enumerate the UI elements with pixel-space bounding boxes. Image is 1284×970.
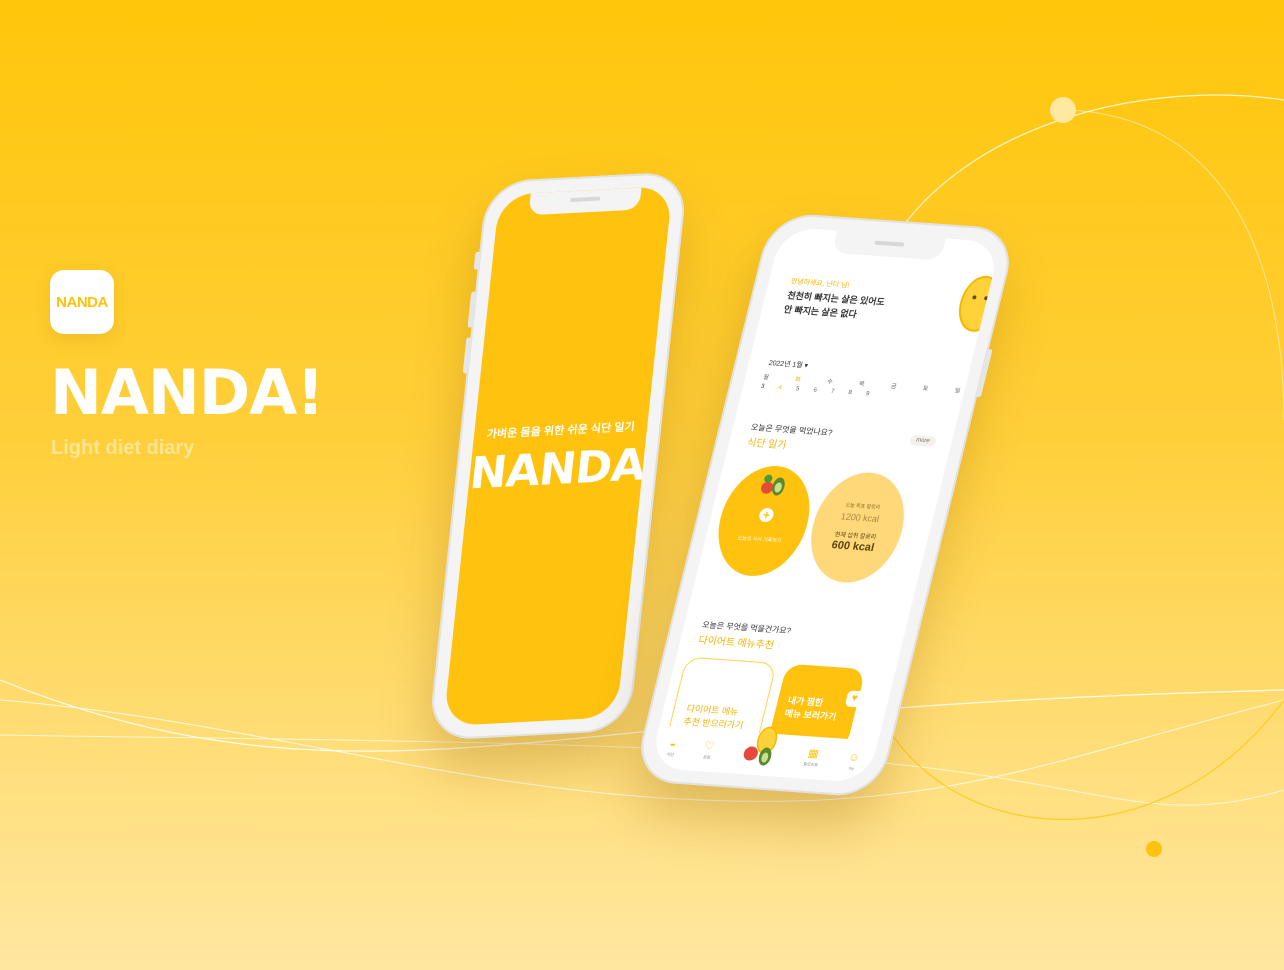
volume-down-button — [462, 337, 472, 374]
phone-splash: 가벼운 몸을 위한 쉬운 식단 일기 NANDA — [427, 171, 689, 741]
tab-label: 식단 — [666, 751, 675, 758]
favorite-card-line-1: 내가 찜한 — [786, 695, 825, 708]
mute-switch — [473, 251, 481, 270]
egg-icon: ◒ — [668, 737, 678, 751]
record-meal-label: 오늘의 식사 기록하기 — [736, 535, 782, 545]
tab-my[interactable]: ☺ my — [845, 751, 861, 771]
notch — [831, 230, 946, 261]
app-icon: NANDA — [50, 270, 114, 334]
heart-pulse-icon: ♡ — [703, 740, 716, 753]
section-title-diary: 식단 일기 — [745, 437, 788, 452]
smile-icon: ☺ — [847, 750, 862, 764]
splash-logo: NANDA — [467, 439, 648, 500]
goal-calorie-value: 1200 kcal — [839, 511, 881, 524]
weekday: 수 — [826, 379, 834, 386]
plus-icon: + — [757, 507, 776, 523]
date-cell[interactable]: 9 — [865, 391, 870, 397]
weekday: 화 — [794, 377, 802, 384]
tab-calorie-table[interactable]: ▦ 칼로리표 — [803, 747, 822, 768]
app-icon-label: NANDA — [56, 293, 108, 311]
date-cell[interactable]: 7 — [830, 389, 835, 395]
date-cell[interactable]: 3 — [760, 384, 765, 390]
date-cell[interactable]: 8 — [848, 390, 853, 396]
brand-title: NANDA! — [50, 356, 324, 429]
motivation-message: 천천히 빠지는 살은 있어도 안 빠지는 살은 없다 — [782, 288, 886, 323]
favorite-card-text: 내가 찜한 메뉴 보러가기 — [783, 694, 841, 724]
vegetables-icon — [761, 474, 785, 496]
more-button[interactable]: more — [908, 434, 937, 447]
record-meal-button[interactable]: + 오늘의 식사 기록하기 — [707, 463, 821, 579]
phone-home: 안녕하세요, 난다 님! 천천히 빠지는 살은 있어도 안 빠지는 살은 없다 … — [631, 211, 1019, 799]
weekday: 금 — [890, 383, 897, 391]
grid-icon: ▦ — [806, 747, 820, 761]
volume-up-button — [467, 291, 477, 328]
date-cell[interactable]: 6 — [813, 388, 818, 394]
month-selector[interactable]: 2022년 1월 ▾ — [768, 358, 810, 371]
heart-icon: ♥ — [844, 690, 865, 708]
calorie-summary: 오늘 목표 칼로리 1200 kcal 현재 섭취 칼로리 600 kcal — [799, 469, 916, 586]
power-button — [975, 349, 993, 398]
tab-label: my — [848, 765, 855, 771]
brand-subtitle: Light diet diary — [51, 437, 195, 459]
splash-tagline: 가벼운 몸을 위한 쉬운 식단 일기 — [486, 421, 636, 441]
date-cell[interactable]: 5 — [795, 386, 800, 392]
home-screen: 안녕하세요, 난다 님! 천천히 빠지는 살은 있어도 안 빠지는 살은 없다 … — [649, 226, 1001, 784]
weekday: 목 — [858, 381, 866, 388]
egg-mascot-icon — [953, 274, 1001, 334]
tab-exercise[interactable]: ♡ 운동 — [701, 740, 716, 761]
tab-label: 칼로리표 — [802, 761, 819, 768]
notch — [528, 187, 642, 216]
favorite-card-line-2: 메뉴 보러가기 — [783, 708, 838, 722]
date-cell-selected[interactable]: 4 — [778, 385, 783, 391]
tab-label: 운동 — [702, 754, 712, 760]
weekday: 일 — [953, 388, 961, 395]
tab-diet[interactable]: ◒ 식단 — [666, 738, 678, 758]
recommend-card-line-1: 다이어트 메뉴 — [685, 703, 740, 717]
weekday: 토 — [922, 386, 929, 393]
tab-center[interactable] — [736, 726, 782, 777]
weekday: 월 — [762, 374, 770, 382]
